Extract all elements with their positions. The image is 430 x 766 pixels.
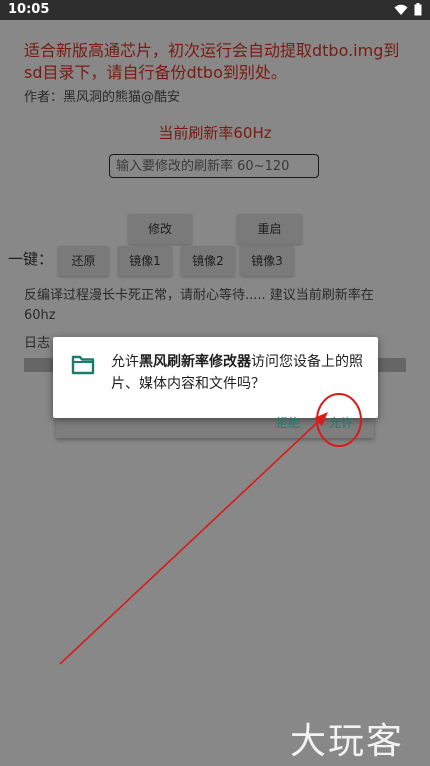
wifi-icon (394, 4, 408, 15)
allow-button[interactable]: 允许 (329, 414, 353, 431)
refresh-rate-input[interactable] (109, 154, 319, 178)
status-icons (394, 3, 422, 16)
dialog-msg-prefix: 允许 (111, 354, 139, 370)
battery-icon (414, 3, 422, 16)
image3-button[interactable]: 镜像3 (240, 246, 294, 276)
image2-button[interactable]: 镜像2 (181, 246, 235, 276)
image1-button[interactable]: 镜像1 (118, 246, 172, 276)
reboot-button[interactable]: 重启 (237, 214, 302, 244)
modify-button[interactable]: 修改 (128, 214, 192, 244)
status-bar: 10:05 (0, 0, 430, 20)
dialog-message: 允许黑风刷新率修改器访问您设备上的照片、媒体内容和文件吗？ (111, 351, 367, 395)
onekey-label: 一键： (8, 250, 54, 268)
watermark-text: 大玩客 (290, 721, 405, 762)
status-time: 10:05 (8, 2, 50, 17)
deny-button[interactable]: 拒绝 (276, 414, 300, 431)
permission-dialog: 允许黑风刷新率修改器访问您设备上的照片、媒体内容和文件吗？ 拒绝 允许 (53, 337, 378, 430)
author-text: 作者：黑风洞的熊猫@酷安 (24, 90, 181, 105)
dialog-app-name: 黑风刷新率修改器 (139, 354, 251, 370)
log-hint-text: 反编译过程漫长卡死正常，请耐心等待..... 建议当前刷新率在60hz (24, 288, 374, 323)
current-rate-text: 当前刷新率60Hz (158, 124, 272, 142)
restore-button[interactable]: 还原 (58, 246, 109, 276)
notice-text: 适合新版高通芯片，初次运行会自动提取dtbo.img到sd目录下，请自行备份dt… (24, 41, 400, 82)
folder-icon (71, 355, 95, 375)
log-label: 日志 (24, 336, 51, 351)
